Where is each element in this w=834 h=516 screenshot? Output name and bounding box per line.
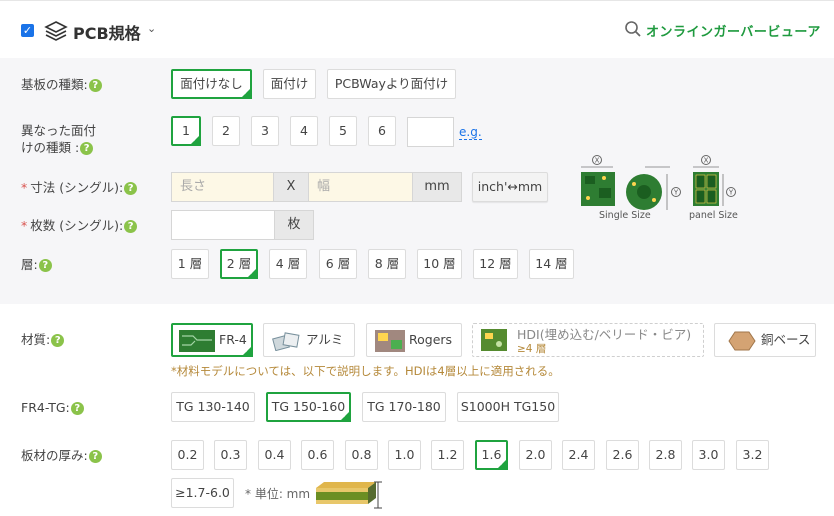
svg-text:X: X <box>595 157 600 165</box>
rogers-board-icon <box>375 329 405 352</box>
thickness-option-custom[interactable]: ≥1.7-6.0 <box>171 478 234 508</box>
thickness-label: 板材の厚み:? <box>21 447 102 464</box>
size-unit: mm <box>412 172 462 202</box>
thickness-option-0.2[interactable]: 0.2 <box>171 440 204 470</box>
hdi-board-icon <box>481 329 507 351</box>
thickness-option-1.2[interactable]: 1.2 <box>431 440 464 470</box>
thickness-option-0.4[interactable]: 0.4 <box>258 440 291 470</box>
layers-option-10[interactable]: 10 層 <box>417 249 462 279</box>
quantity-unit: 枚 <box>274 210 314 240</box>
board-type-label: 基板の種類:? <box>21 76 102 93</box>
designs-example-link[interactable]: e.g. <box>459 125 482 140</box>
material-option-aluminum[interactable]: アルミ <box>263 323 355 357</box>
designs-custom-input[interactable] <box>407 117 454 147</box>
layers-option-12[interactable]: 12 層 <box>473 249 518 279</box>
tg-option-170[interactable]: TG 170-180 <box>362 392 446 422</box>
thickness-option-1.6[interactable]: 1.6 ✓ <box>475 440 508 470</box>
designs-option-1[interactable]: 1 ✓ <box>171 116 201 146</box>
tg-option-150[interactable]: TG 150-160 ✓ <box>266 392 351 422</box>
section-title: PCB規格 <box>73 24 141 43</box>
single-size-caption: Single Size <box>599 210 651 221</box>
copper-board-icon <box>728 331 756 350</box>
material-option-rogers[interactable]: Rogers <box>366 323 462 357</box>
help-icon[interactable]: ? <box>51 334 65 347</box>
aluminum-board-icon <box>272 331 300 351</box>
layers-option-1[interactable]: 1 層 <box>171 249 209 279</box>
size-length-input[interactable]: 長さ <box>171 172 274 202</box>
help-icon[interactable]: ? <box>38 259 52 272</box>
spec-section-material: 材質:? FR-4 ✓ アルミ Rogers HDI(埋め込む/ベリード・ビア) … <box>0 304 834 516</box>
size-width-input[interactable]: 幅 <box>308 172 413 202</box>
material-option-fr4[interactable]: FR-4 ✓ <box>171 323 253 357</box>
layers-option-4[interactable]: 4 層 <box>269 249 307 279</box>
designs-option-6[interactable]: 6 <box>368 116 396 146</box>
help-icon[interactable]: ? <box>88 450 102 463</box>
different-designs-label: 異なった面付 けの種類 :? <box>21 123 97 155</box>
layers-option-2[interactable]: 2 層 ✓ <box>220 249 258 279</box>
panel-size-caption: panel Size <box>689 210 738 221</box>
material-note: *材料モデルについては、以下で説明します。HDIは4層以上に適用される。 <box>171 364 560 378</box>
svg-text:Y: Y <box>673 189 679 197</box>
tg-option-130[interactable]: TG 130-140 <box>171 392 255 422</box>
thickness-option-3.2[interactable]: 3.2 <box>736 440 769 470</box>
layers-label: 層:? <box>21 256 52 273</box>
thickness-option-2.4[interactable]: 2.4 <box>562 440 595 470</box>
gerber-viewer-link[interactable]: オンラインガーバービューア <box>646 21 821 40</box>
section-header: ✓ PCB規格 ⌄ オンラインガーバービューア <box>0 0 834 58</box>
fr4-board-icon <box>179 329 215 352</box>
fr4-tg-label: FR4-TG:? <box>21 399 84 416</box>
designs-option-2[interactable]: 2 <box>212 116 240 146</box>
section-checkbox[interactable]: ✓ <box>21 24 34 37</box>
hdi-layer-hint: ≥4 層 <box>517 343 547 355</box>
tg-option-s1000h[interactable]: S1000H TG150 <box>457 392 559 422</box>
thickness-option-2.6[interactable]: 2.6 <box>606 440 639 470</box>
layers-option-8[interactable]: 8 層 <box>368 249 406 279</box>
designs-option-5[interactable]: 5 <box>329 116 357 146</box>
thickness-option-0.3[interactable]: 0.3 <box>214 440 247 470</box>
thickness-option-1.0[interactable]: 1.0 <box>388 440 421 470</box>
help-icon[interactable]: ? <box>70 402 84 415</box>
thickness-option-2.0[interactable]: 2.0 <box>519 440 552 470</box>
help-icon[interactable]: ? <box>124 182 138 195</box>
board-type-option-pcbway-panel[interactable]: PCBWayより面付け <box>327 69 456 99</box>
thickness-unit-note: * 単位: mm <box>245 487 311 501</box>
board-type-option-single[interactable]: 面付けなし ✓ <box>171 69 252 99</box>
material-option-copper[interactable]: 銅ベース <box>714 323 816 357</box>
unit-convert-button[interactable]: inch'↔mm <box>472 172 548 202</box>
board-thickness-icon <box>316 481 382 509</box>
layers-option-6[interactable]: 6 層 <box>319 249 357 279</box>
size-label: * 寸法 (シングル):? <box>21 179 138 196</box>
material-label: 材質:? <box>21 331 65 348</box>
quantity-input[interactable] <box>171 210 275 240</box>
svg-text:X: X <box>704 157 709 165</box>
quantity-label: * 枚数 (シングル):? <box>21 217 138 234</box>
search-icon[interactable] <box>624 20 642 38</box>
size-x-separator: X <box>273 172 309 202</box>
thickness-option-3.0[interactable]: 3.0 <box>692 440 725 470</box>
designs-option-3[interactable]: 3 <box>251 116 279 146</box>
pcb-stack-icon <box>44 21 68 41</box>
thickness-option-2.8[interactable]: 2.8 <box>649 440 682 470</box>
designs-option-4[interactable]: 4 <box>290 116 318 146</box>
chevron-down-icon[interactable]: ⌄ <box>147 22 156 35</box>
help-icon[interactable]: ? <box>80 142 94 155</box>
help-icon[interactable]: ? <box>124 220 138 233</box>
layers-option-14[interactable]: 14 層 <box>529 249 574 279</box>
help-icon[interactable]: ? <box>88 79 102 92</box>
thickness-option-0.8[interactable]: 0.8 <box>345 440 378 470</box>
material-option-hdi[interactable]: HDI(埋め込む/ベリード・ビア) ≥4 層 <box>472 323 704 357</box>
spec-section-basic: 基板の種類:? 面付けなし ✓ 面付け PCBWayより面付け 異なった面付 けの… <box>0 58 834 304</box>
thickness-option-0.6[interactable]: 0.6 <box>301 440 334 470</box>
board-type-option-panel[interactable]: 面付け <box>263 69 316 99</box>
svg-text:Y: Y <box>728 189 734 197</box>
